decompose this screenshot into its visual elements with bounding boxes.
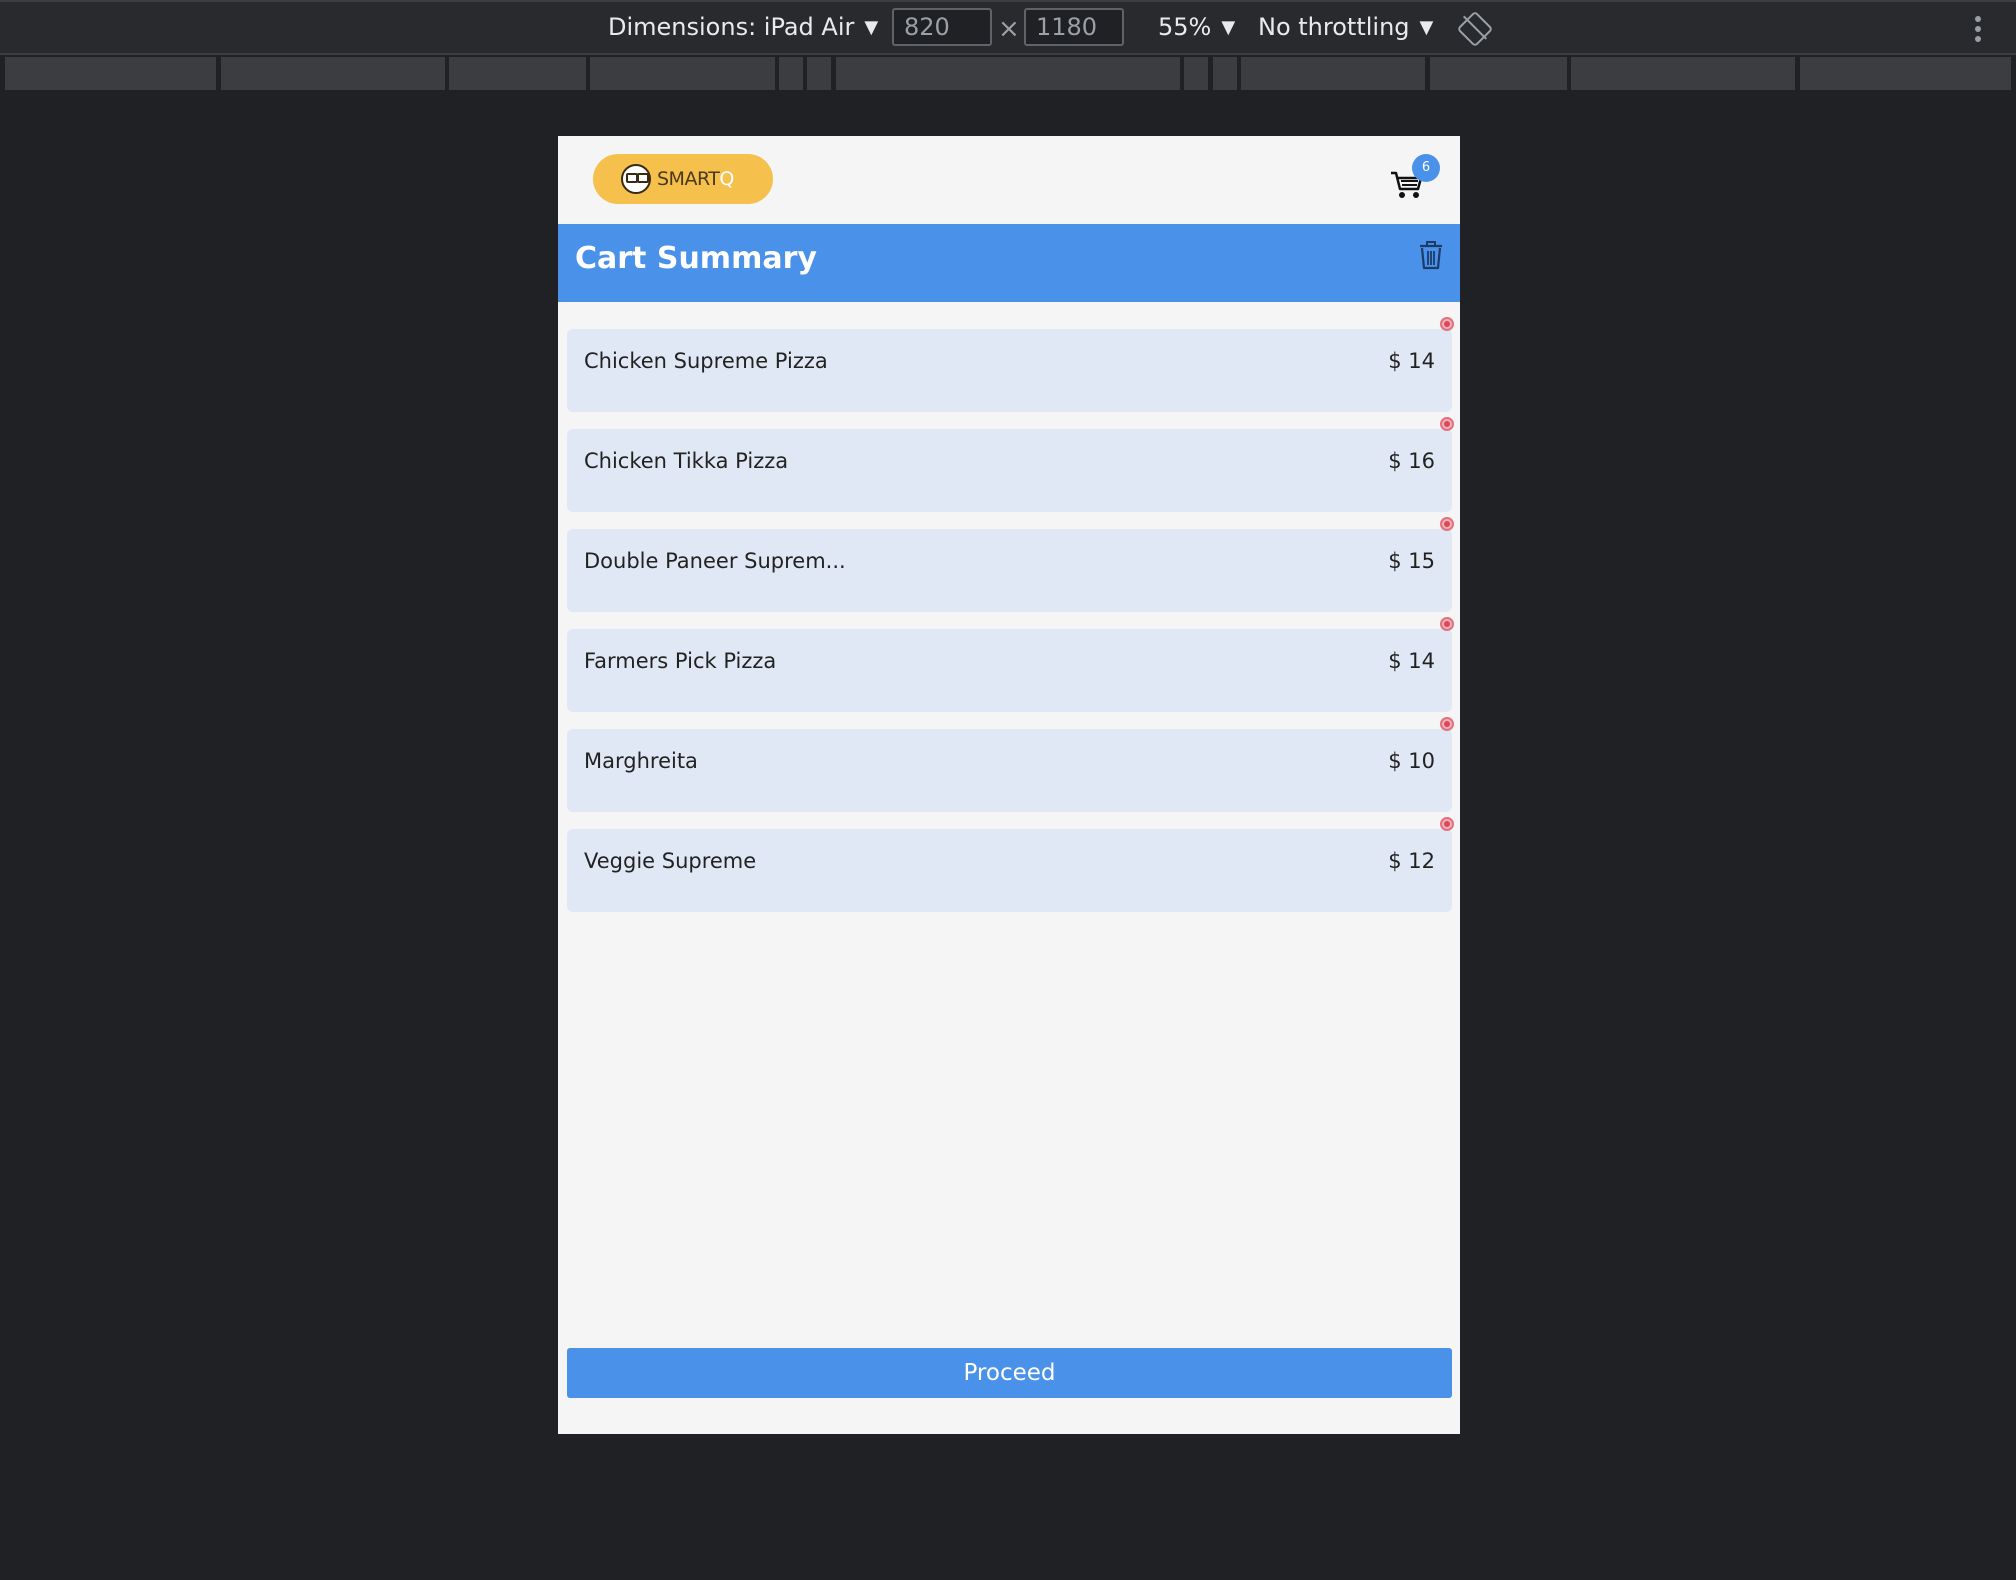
zoom-label: 55% [1158, 13, 1212, 41]
chevron-down-icon: ▼ [1221, 16, 1236, 38]
media-query-segment[interactable] [590, 57, 775, 90]
cart-item-name: Double Paneer Suprem... [584, 549, 846, 573]
cart-item-name: Veggie Supreme [584, 849, 757, 873]
logo-text-q: Q [719, 168, 734, 190]
chevron-down-icon: ▼ [864, 16, 879, 38]
cart-item[interactable]: Veggie Supreme $ 12 [567, 817, 1454, 912]
media-query-segment[interactable] [1430, 57, 1567, 90]
proceed-button[interactable]: Proceed [567, 1348, 1452, 1398]
media-query-segment[interactable] [1800, 57, 2011, 90]
media-query-segment[interactable] [449, 57, 586, 90]
cart-count-badge: 6 [1412, 154, 1440, 182]
media-query-segment[interactable] [5, 57, 216, 90]
device-height-input[interactable]: 1180 [1024, 8, 1124, 46]
cart-item-name: Chicken Supreme Pizza [584, 349, 828, 373]
media-query-bar [0, 57, 2016, 93]
rotate-icon[interactable] [1456, 10, 1494, 48]
cart-button[interactable]: 6 [1390, 154, 1440, 204]
media-query-segment[interactable] [1184, 57, 1208, 90]
media-query-segment[interactable] [836, 57, 1180, 90]
logo-mascot-icon [621, 164, 651, 194]
cart-item[interactable]: Double Paneer Suprem... $ 15 [567, 517, 1454, 612]
cart-item-name: Farmers Pick Pizza [584, 649, 777, 673]
cart-item-price: $ 15 [1388, 549, 1435, 573]
app-header: SMARTQ 6 [558, 136, 1460, 224]
logo-text: SMARTQ [657, 168, 734, 190]
zoom-dropdown[interactable]: 55% ▼ [1158, 13, 1235, 41]
media-query-segment[interactable] [1241, 57, 1425, 90]
media-query-segment[interactable] [1213, 57, 1237, 90]
dimension-times-icon: × [998, 14, 1020, 44]
device-dimensions-dropdown[interactable]: Dimensions: iPad Air ▼ [608, 13, 878, 41]
cart-summary-header: Cart Summary [558, 224, 1460, 302]
throttling-dropdown[interactable]: No throttling ▼ [1258, 13, 1433, 41]
remove-item-icon[interactable] [1440, 417, 1454, 431]
media-query-segment[interactable] [779, 57, 803, 90]
cart-item-price: $ 14 [1388, 349, 1435, 373]
remove-item-icon[interactable] [1440, 517, 1454, 531]
remove-item-icon[interactable] [1440, 317, 1454, 331]
remove-item-icon[interactable] [1440, 817, 1454, 831]
cart-item[interactable]: Marghreita $ 10 [567, 717, 1454, 812]
media-query-segment[interactable] [807, 57, 831, 90]
device-viewport: SMARTQ 6 Cart Summary Chicken Supreme Pi… [558, 136, 1460, 1434]
device-width-input[interactable]: 820 [892, 8, 992, 46]
media-query-segment[interactable] [221, 57, 445, 90]
more-options-icon[interactable] [1975, 16, 1983, 44]
page-title: Cart Summary [575, 241, 817, 276]
smartq-logo[interactable]: SMARTQ [593, 154, 773, 204]
trash-icon[interactable] [1418, 240, 1444, 270]
cart-item-name: Chicken Tikka Pizza [584, 449, 789, 473]
throttling-label: No throttling [1258, 13, 1410, 41]
cart-item-name: Marghreita [584, 749, 698, 773]
cart-item-price: $ 10 [1388, 749, 1435, 773]
device-dimensions-label: Dimensions: iPad Air [608, 13, 855, 41]
cart-item-price: $ 16 [1388, 449, 1435, 473]
cart-item[interactable]: Chicken Tikka Pizza $ 16 [567, 417, 1454, 512]
media-query-segment[interactable] [1571, 57, 1795, 90]
devtools-device-toolbar: Dimensions: iPad Air ▼ 820 × 1180 55% ▼ … [0, 0, 2016, 55]
cart-item-price: $ 14 [1388, 649, 1435, 673]
cart-item-price: $ 12 [1388, 849, 1435, 873]
remove-item-icon[interactable] [1440, 617, 1454, 631]
cart-item[interactable]: Chicken Supreme Pizza $ 14 [567, 317, 1454, 412]
remove-item-icon[interactable] [1440, 717, 1454, 731]
logo-text-smart: SMART [657, 168, 720, 190]
chevron-down-icon: ▼ [1419, 16, 1434, 38]
cart-item[interactable]: Farmers Pick Pizza $ 14 [567, 617, 1454, 712]
